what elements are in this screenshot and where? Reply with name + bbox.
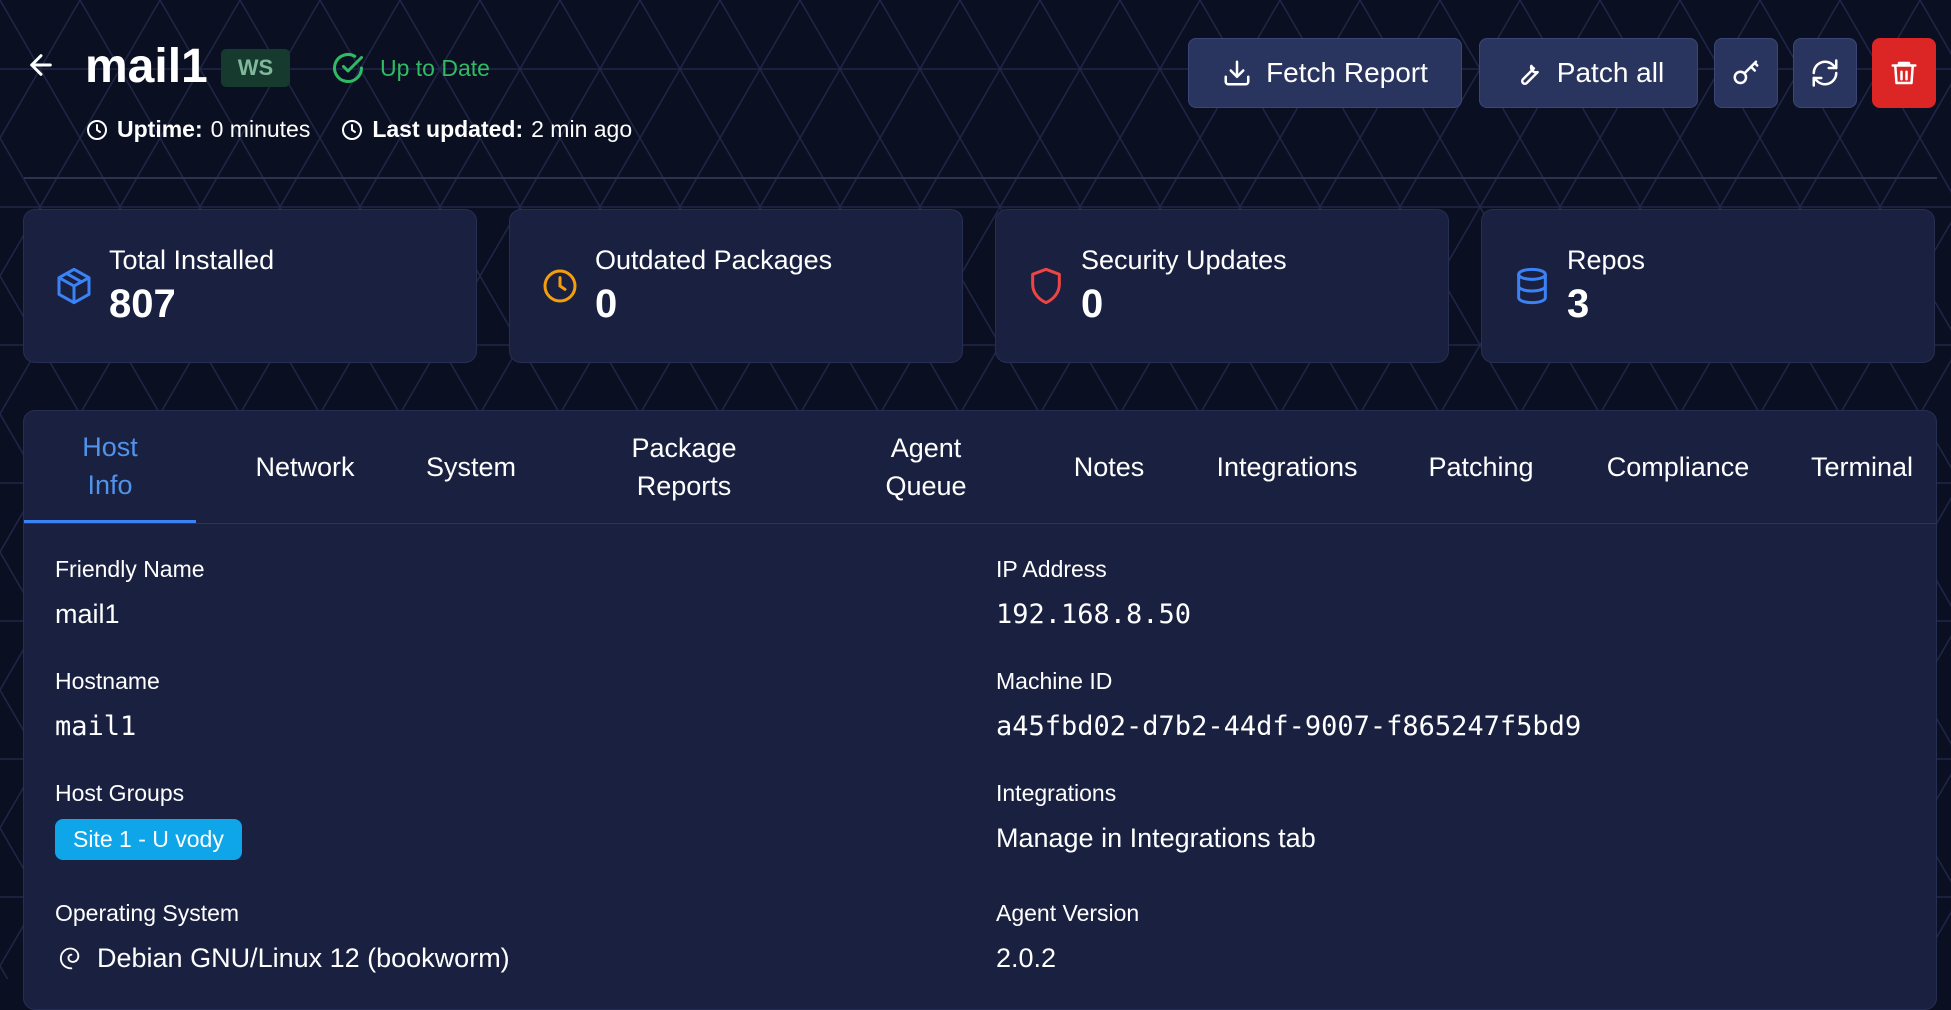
host-title: mail1 <box>85 40 208 93</box>
tab-label: Reports <box>636 471 732 501</box>
friendly-name-field: Friendly Name mail1 <box>55 556 205 630</box>
tab-label: Host <box>82 431 138 462</box>
tab-bar: Host Info Network System Package Reports A… <box>24 411 1936 524</box>
key-icon <box>1733 60 1759 85</box>
refresh-button[interactable] <box>1793 38 1857 108</box>
package-icon <box>57 267 91 305</box>
field-label: Machine ID <box>996 668 1113 694</box>
status-indicator: Up to Date <box>330 50 490 86</box>
tab-label: Queue <box>885 471 967 501</box>
ip-address-field: IP Address 192.168.8.50 <box>996 556 1191 630</box>
field-label: Hostname <box>55 668 160 694</box>
field-label: IP Address <box>996 556 1107 582</box>
host-meta: Uptime: 0 minutes Last updated: 2 min ag… <box>85 116 662 143</box>
refresh-icon <box>1812 59 1838 87</box>
patch-all-button[interactable]: Patch all <box>1479 38 1698 108</box>
download-icon <box>1224 60 1250 86</box>
agent-version-field: Agent Version 2.0.2 <box>996 900 1139 974</box>
fetch-report-label: Fetch Report <box>1266 57 1428 88</box>
friendly-name-value: mail1 <box>55 599 120 629</box>
back-button[interactable] <box>24 48 58 82</box>
stat-label: Outdated Packages <box>595 245 833 275</box>
trash-icon <box>1891 61 1917 85</box>
stat-label: Total Installed <box>109 245 275 275</box>
uptime-value: 0 minutes <box>210 116 311 142</box>
hostname-value: mail1 <box>55 711 137 742</box>
delete-host-button[interactable] <box>1872 38 1936 108</box>
stat-label: Repos <box>1567 245 1646 275</box>
ip-address-value: 192.168.8.50 <box>996 599 1192 630</box>
tab-package-reports[interactable]: Package Reports <box>584 411 784 523</box>
last-updated-label: Last updated: <box>372 116 524 142</box>
operating-system-field: Operating System Debian GNU/Linux 12 (bo… <box>55 900 510 974</box>
tab-integrations[interactable]: Integrations <box>1182 411 1392 523</box>
host-group-badge[interactable]: Site 1 - U vody <box>55 819 242 860</box>
tab-notes[interactable]: Notes <box>1044 411 1174 523</box>
integrations-field: Integrations Manage in Integrations tab <box>996 780 1316 854</box>
field-label: Host Groups <box>55 780 185 806</box>
tab-label: Info <box>87 469 133 500</box>
stat-value: 807 <box>109 282 176 326</box>
clock-icon <box>543 269 577 303</box>
manage-integrations-link[interactable]: Manage in Integrations tab <box>996 823 1316 854</box>
stat-value: 0 <box>595 282 618 326</box>
arrow-left-icon <box>30 54 52 76</box>
os-row: Debian GNU/Linux 12 (bookworm) <box>55 943 510 974</box>
patch-all-label: Patch all <box>1556 57 1665 88</box>
field-label: Operating System <box>55 900 240 926</box>
field-label: Friendly Name <box>55 556 205 582</box>
debian-logo-icon <box>59 947 80 969</box>
fetch-report-button[interactable]: Fetch Report <box>1188 38 1462 108</box>
status-text: Up to Date <box>380 54 490 81</box>
tab-system[interactable]: System <box>394 411 548 523</box>
host-groups-field: Host Groups Site 1 - U vody <box>55 780 242 860</box>
field-label: Agent Version <box>996 900 1140 926</box>
stat-card-security-updates: Security Updates 0 <box>995 209 1449 363</box>
machine-id-field: Machine ID a45fbd02-d7b2-44df-9007-f8652… <box>996 668 1581 742</box>
tab-agent-queue[interactable]: Agent Queue <box>836 411 1016 523</box>
database-icon <box>1517 267 1547 305</box>
stat-value: 0 <box>1081 282 1104 326</box>
wrench-icon <box>1520 64 1539 86</box>
clock-icon <box>87 119 107 140</box>
stat-card-total-installed: Total Installed 807 <box>23 209 477 363</box>
last-updated-value: 2 min ago <box>531 116 633 142</box>
agent-version-value: 2.0.2 <box>996 943 1057 973</box>
stat-card-repos: Repos 3 <box>1481 209 1935 363</box>
tab-terminal[interactable]: Terminal <box>1792 411 1932 523</box>
clock-icon <box>342 119 363 140</box>
host-details-panel: Host Info Network System Package Reports A… <box>23 410 1937 1010</box>
uptime-label: Uptime: <box>117 116 203 142</box>
credentials-button[interactable] <box>1714 38 1778 108</box>
tab-host-info[interactable]: Host Info <box>24 411 196 523</box>
hostname-field: Hostname mail1 <box>55 668 160 742</box>
os-value: Debian GNU/Linux 12 (bookworm) <box>97 943 510 973</box>
tab-network[interactable]: Network <box>222 411 388 523</box>
stat-value: 3 <box>1567 282 1590 326</box>
check-circle-icon <box>333 53 363 83</box>
tab-compliance[interactable]: Compliance <box>1572 411 1784 523</box>
header-divider <box>24 177 1937 179</box>
field-label: Integrations <box>996 780 1117 806</box>
stat-label: Security Updates <box>1081 245 1287 275</box>
host-type-badge: WS <box>221 49 290 87</box>
machine-id-value: a45fbd02-d7b2-44df-9007-f865247f5bd9 <box>996 711 1582 742</box>
stat-card-outdated-packages: Outdated Packages 0 <box>509 209 963 363</box>
tab-label: Agent <box>890 433 962 463</box>
tab-patching[interactable]: Patching <box>1396 411 1566 523</box>
tab-label: Package <box>631 433 737 463</box>
shield-icon <box>1031 267 1061 305</box>
